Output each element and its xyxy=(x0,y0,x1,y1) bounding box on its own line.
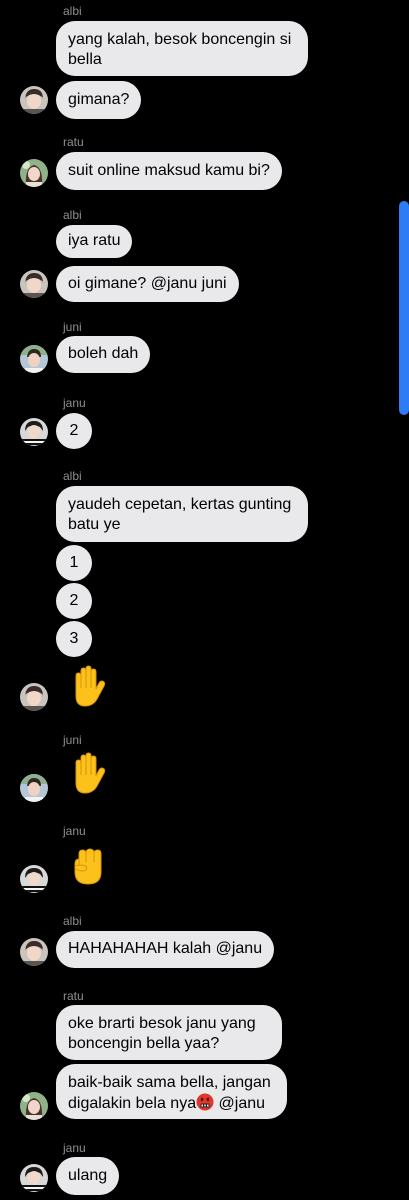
message-text: ulang xyxy=(68,1167,108,1184)
message-bubble[interactable]: baik-baik sama bella, jangan digalakin be… xyxy=(56,1064,287,1119)
message-text: boncengin bella yaa? xyxy=(68,1035,220,1052)
message-bubble[interactable]: 2 xyxy=(56,583,92,619)
message-text: yang kalah, besok boncengin si xyxy=(68,31,292,48)
raised-hand-emoji[interactable] xyxy=(66,751,110,795)
message-bubble[interactable]: 2 xyxy=(56,413,92,449)
message-text: gimana? xyxy=(68,91,130,108)
message-text: batu ye xyxy=(68,516,121,533)
raised-fist-emoji[interactable] xyxy=(66,844,110,888)
avatar-juni[interactable] xyxy=(20,774,48,802)
message-text: suit online maksud kamu bi? xyxy=(68,162,270,179)
sender-name-janu: janu xyxy=(63,824,86,838)
avatar-janu[interactable] xyxy=(20,865,48,893)
scroll-indicator[interactable] xyxy=(399,201,409,415)
message-bubble[interactable]: gimana? xyxy=(56,81,142,119)
message-bubble[interactable]: 1 xyxy=(56,545,92,581)
sender-name-janu: janu xyxy=(63,1141,86,1155)
message-text: oke brarti besok janu yang xyxy=(68,1015,256,1032)
avatar-juni[interactable] xyxy=(20,345,48,373)
sender-name-albi: albi xyxy=(63,914,82,928)
message-text: @janu xyxy=(214,1095,266,1112)
message-text: bella xyxy=(68,51,102,68)
message-text: yaudeh cepetan, kertas gunting xyxy=(68,496,292,513)
message-bubble[interactable]: yaudeh cepetan, kertas gunting batu ye xyxy=(56,486,308,542)
message-text: oi gimane? @janu juni xyxy=(68,275,227,292)
avatar-albi[interactable] xyxy=(20,938,48,966)
message-text: 2 xyxy=(69,592,79,609)
message-text: HAHAHAHAH kalah @janu xyxy=(68,940,263,957)
message-bubble[interactable]: suit online maksud kamu bi? xyxy=(56,152,282,190)
raised-hand-emoji[interactable] xyxy=(66,664,110,708)
avatar-ratu[interactable] xyxy=(20,1092,48,1120)
avatar-albi[interactable] xyxy=(20,86,48,114)
sender-name-ratu: ratu xyxy=(63,135,84,149)
sender-name-juni: juni xyxy=(63,320,82,334)
message-text: baik-baik sama bella, jangan xyxy=(68,1074,271,1091)
message-text: 3 xyxy=(69,630,79,647)
message-text: boleh dah xyxy=(68,345,139,362)
message-bubble[interactable]: yang kalah, besok boncengin si bella xyxy=(56,21,308,76)
message-bubble[interactable]: oi gimane? @janu juni xyxy=(56,266,239,302)
message-text: 2 xyxy=(69,422,79,439)
avatar-albi[interactable] xyxy=(20,683,48,711)
sender-name-albi: albi xyxy=(63,4,82,18)
avatar-janu[interactable] xyxy=(20,1164,48,1192)
cursing-face-emoji xyxy=(196,1093,214,1111)
sender-name-albi: albi xyxy=(63,208,82,222)
sender-name-janu: janu xyxy=(63,396,86,410)
sender-name-juni: juni xyxy=(63,733,82,747)
message-bubble[interactable]: HAHAHAHAH kalah @janu xyxy=(56,931,275,968)
avatar-janu[interactable] xyxy=(20,418,48,446)
message-text: 1 xyxy=(69,554,79,571)
message-text: digalakin bela nya xyxy=(68,1095,197,1112)
sender-name-ratu: ratu xyxy=(63,989,84,1003)
message-bubble[interactable]: iya ratu xyxy=(56,225,133,258)
message-bubble[interactable]: 3 xyxy=(56,621,92,657)
sender-name-albi: albi xyxy=(63,469,82,483)
message-bubble[interactable]: boleh dah xyxy=(56,336,151,373)
message-text: iya ratu xyxy=(68,232,121,249)
avatar-ratu[interactable] xyxy=(20,159,48,187)
avatar-albi[interactable] xyxy=(20,270,48,298)
message-bubble[interactable]: oke brarti besok janu yang boncengin bell… xyxy=(56,1005,282,1060)
message-bubble[interactable]: ulang xyxy=(56,1157,120,1195)
